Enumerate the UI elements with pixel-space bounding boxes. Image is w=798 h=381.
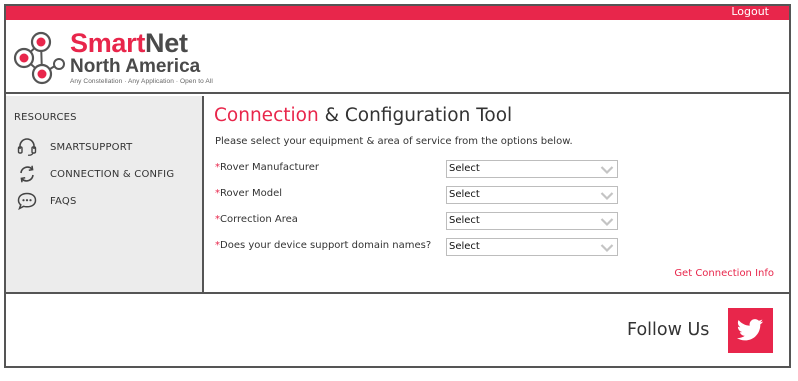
main-content: Connection & Configuration Tool Please s… — [206, 96, 789, 292]
brand-name: SmartNet — [70, 30, 213, 57]
instruction-text: Please select your equipment & area of s… — [215, 136, 573, 147]
field-label-rover-model: *Rover Model — [215, 188, 282, 199]
resources-sidebar: RESOURCES SMARTSUPPORT CONNECTION & CONF… — [6, 96, 204, 292]
rover-manufacturer-select[interactable]: Select — [446, 160, 618, 178]
sidebar-item-label: SMARTSUPPORT — [50, 141, 133, 153]
field-label-text: Does your device support domain names? — [220, 240, 432, 251]
select-value: Select — [449, 215, 480, 226]
get-connection-info-link[interactable]: Get Connection Info — [674, 268, 774, 279]
twitter-icon — [736, 319, 763, 341]
follow-us-label: Follow Us — [627, 320, 710, 340]
domain-names-select[interactable]: Select — [446, 238, 618, 256]
brand-region: North America — [70, 56, 201, 77]
brand-tagline: Any Constellation · Any Application · Op… — [70, 78, 213, 85]
brand-net: Net — [145, 28, 188, 58]
page-title-accent: Connection — [214, 105, 319, 126]
page-title-rest: & Configuration Tool — [318, 105, 513, 126]
correction-area-select[interactable]: Select — [446, 212, 618, 230]
footer: Follow Us — [6, 292, 789, 366]
page-title: Connection & Configuration Tool — [214, 105, 512, 126]
rover-model-select[interactable]: Select — [446, 186, 618, 204]
refresh-cycle-icon — [20, 165, 34, 183]
field-label-text: Rover Manufacturer — [220, 162, 319, 173]
sidebar-item-connection-config[interactable]: CONNECTION & CONFIG — [16, 165, 174, 183]
chevron-down-icon — [600, 192, 614, 201]
logout-link[interactable]: Logout — [731, 5, 769, 18]
sidebar-heading: RESOURCES — [14, 112, 77, 123]
network-logo-icon — [13, 31, 65, 85]
sidebar-item-faqs[interactable]: FAQS — [16, 192, 77, 210]
sidebar-item-label: CONNECTION & CONFIG — [50, 168, 175, 180]
field-label-domain-names: *Does your device support domain names? — [215, 240, 431, 251]
select-value: Select — [449, 241, 480, 252]
chevron-down-icon — [600, 218, 614, 227]
sidebar-item-label: FAQS — [50, 195, 77, 207]
top-bar: Logout — [6, 5, 789, 20]
field-label-text: Rover Model — [220, 188, 283, 199]
field-label-text: Correction Area — [220, 214, 298, 225]
chevron-down-icon — [600, 244, 614, 253]
sidebar-item-smartsupport[interactable]: SMARTSUPPORT — [16, 138, 132, 156]
select-value: Select — [449, 163, 480, 174]
chat-bubble-icon — [17, 192, 37, 210]
header: SmartNet North America Any Constellation… — [6, 20, 789, 94]
brand-logo-text[interactable]: SmartNet North America Any Constellation… — [70, 30, 213, 86]
field-label-correction-area: *Correction Area — [215, 214, 298, 225]
brand-smart: Smart — [70, 28, 146, 58]
select-value: Select — [449, 189, 480, 200]
headset-icon — [17, 138, 37, 156]
chevron-down-icon — [600, 166, 614, 175]
field-label-rover-manufacturer: *Rover Manufacturer — [215, 162, 319, 173]
twitter-button[interactable] — [728, 308, 773, 353]
app-frame: Logout SmartNet North America Any Conste… — [4, 4, 791, 368]
